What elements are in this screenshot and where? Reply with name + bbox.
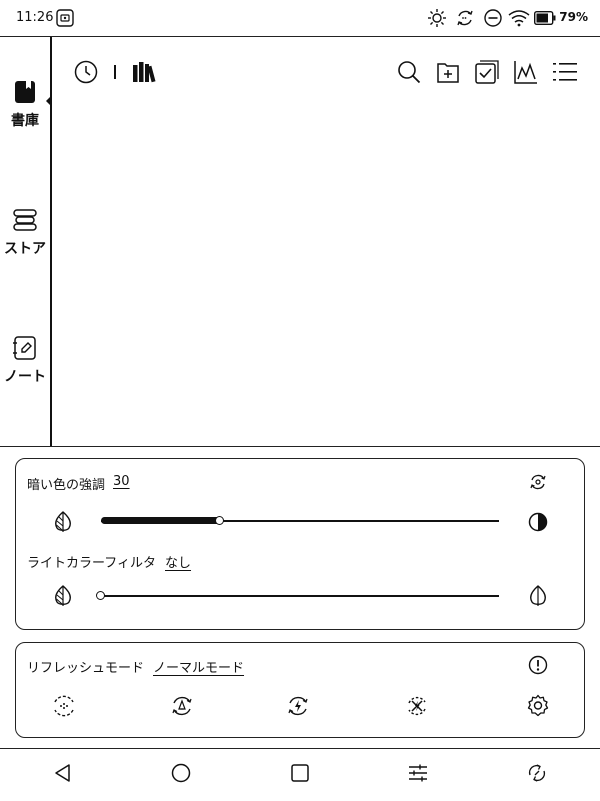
light-filter-slider[interactable] (101, 595, 499, 597)
wifi-icon[interactable] (508, 9, 530, 27)
quick-settings-icon[interactable] (408, 763, 428, 783)
refresh-mode-value[interactable]: ノーマルモード (153, 657, 244, 676)
leaf-filter-high-icon[interactable] (528, 585, 548, 607)
library-icon[interactable] (132, 60, 156, 84)
stats-icon[interactable] (514, 60, 538, 84)
toolbar-divider (114, 65, 116, 79)
refresh-screen-icon[interactable] (527, 763, 547, 783)
sync-icon[interactable] (455, 8, 475, 28)
recents-icon[interactable] (290, 763, 310, 783)
bookshelf-icon (14, 80, 36, 104)
sidebar-item-label: ノート (4, 369, 46, 385)
ultra-fast-mode-icon[interactable] (405, 694, 429, 718)
dnd-icon[interactable] (483, 8, 503, 28)
hd-mode-icon[interactable] (52, 694, 76, 718)
leaf-filter-low-icon[interactable] (53, 585, 73, 607)
select-icon[interactable] (475, 60, 499, 84)
list-menu-icon[interactable] (553, 61, 577, 83)
light-filter-slider-handle[interactable] (96, 591, 105, 600)
cast-icon (56, 9, 74, 27)
dark-enhance-slider-fill (101, 517, 221, 524)
leaf-low-icon[interactable] (53, 511, 73, 533)
add-folder-icon[interactable] (436, 60, 460, 84)
sidebar-item-library[interactable]: 書庫 (0, 76, 50, 132)
battery-icon (534, 11, 556, 25)
light-filter-value[interactable]: なし (165, 552, 191, 571)
reset-icon[interactable] (528, 472, 548, 492)
home-icon[interactable] (171, 763, 191, 783)
dark-enhance-label: 暗い色の強調 (27, 478, 106, 493)
sidebar-item-label: 書庫 (11, 113, 39, 129)
sidebar-item-label: ストア (4, 241, 46, 257)
fast-mode-icon[interactable] (286, 694, 310, 718)
store-icon (13, 208, 37, 232)
dark-enhance-value[interactable]: 30 (113, 474, 130, 489)
search-icon[interactable] (397, 60, 421, 84)
battery-percent: 79% (559, 10, 588, 24)
refresh-mode-label: リフレッシュモード (27, 661, 145, 676)
note-icon (13, 336, 37, 360)
status-bar: 11:26 79% (0, 0, 600, 37)
light-filter-label: ライトカラーフィルタ (27, 556, 156, 571)
settings-icon[interactable] (526, 694, 550, 718)
sidebar-item-store[interactable]: ストア (0, 204, 50, 260)
history-icon[interactable] (74, 60, 98, 84)
info-icon[interactable] (528, 655, 548, 675)
balanced-mode-icon[interactable] (170, 694, 194, 718)
sidebar-item-notes[interactable]: ノート (0, 332, 50, 388)
brightness-icon[interactable] (427, 8, 447, 28)
contrast-high-icon[interactable] (528, 511, 548, 533)
content-divider (0, 446, 600, 447)
status-time: 11:26 (16, 10, 54, 25)
back-icon[interactable] (53, 763, 73, 783)
